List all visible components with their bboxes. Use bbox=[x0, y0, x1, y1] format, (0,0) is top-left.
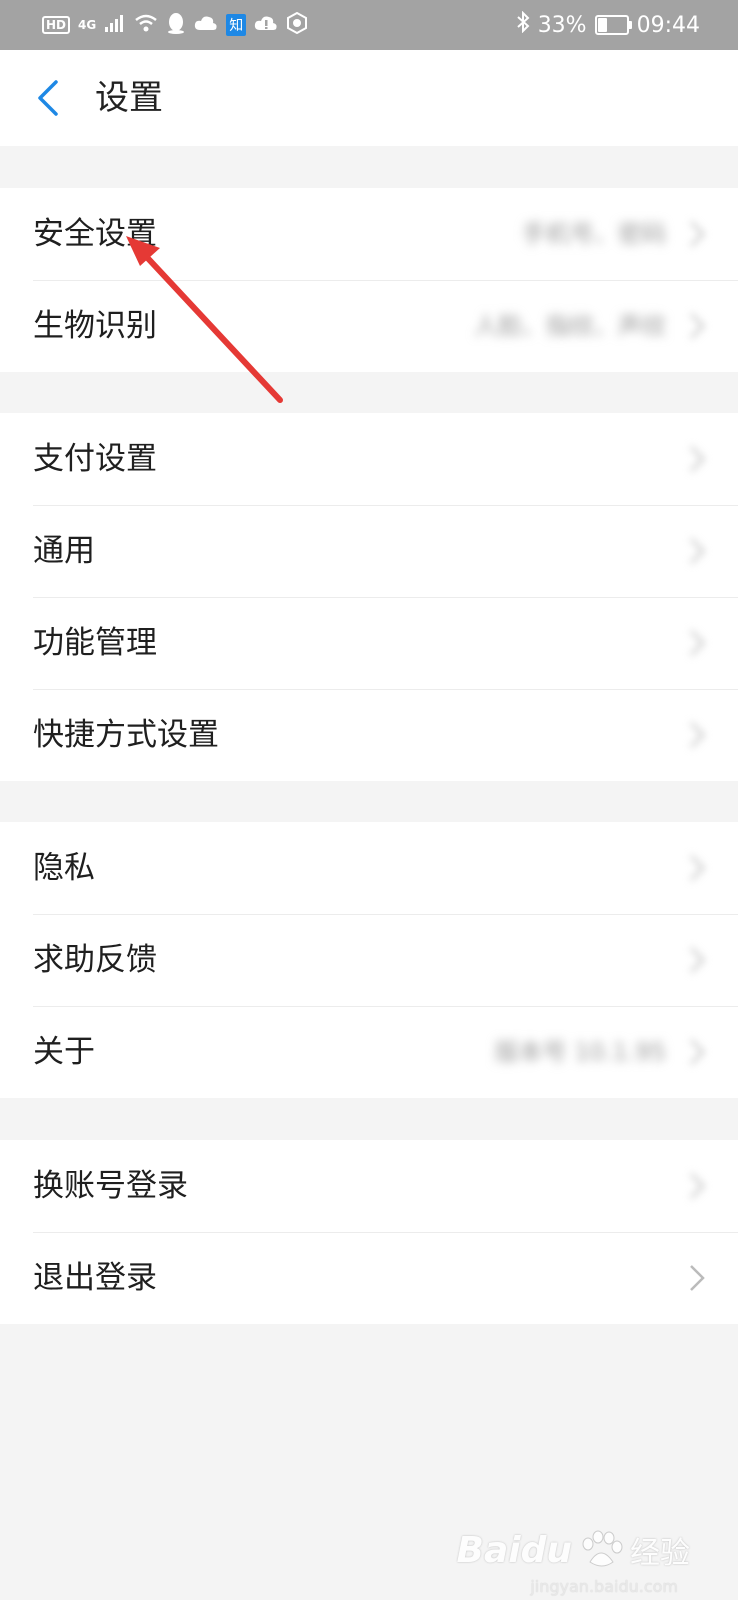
signal-icon: 4G bbox=[78, 18, 97, 32]
setting-label: 安全设置 bbox=[33, 216, 157, 252]
setting-row-security[interactable]: 安全设置 手机号、密码 bbox=[0, 188, 738, 280]
setting-row-about[interactable]: 关于 版本号 10.1.95 bbox=[0, 1006, 738, 1098]
cloud-alert-icon bbox=[254, 14, 278, 36]
settings-group-general: 支付设置 通用 功能管理 快捷方式设置 bbox=[0, 413, 738, 781]
setting-row-switch-account[interactable]: 换账号登录 bbox=[0, 1140, 738, 1232]
app-header: 设置 bbox=[0, 50, 738, 146]
chevron-right-icon bbox=[690, 313, 705, 339]
battery-percent: 33% bbox=[537, 12, 587, 38]
cloud-icon bbox=[194, 14, 218, 36]
setting-value: 人脸、指纹、声纹 bbox=[474, 312, 666, 340]
page-title: 设置 bbox=[95, 78, 163, 118]
setting-label: 关于 bbox=[33, 1034, 95, 1070]
setting-row-general[interactable]: 通用 bbox=[0, 505, 738, 597]
watermark-url: jingyan.baidu.com bbox=[530, 1577, 678, 1596]
app-icon bbox=[286, 11, 308, 38]
qq-icon bbox=[166, 12, 186, 38]
setting-row-logout[interactable]: 退出登录 bbox=[0, 1232, 738, 1324]
status-bar: HD 4G 知 33% 09:44 bbox=[0, 0, 738, 50]
setting-label: 生物识别 bbox=[33, 308, 157, 344]
clock: 09:44 bbox=[636, 12, 700, 38]
back-button[interactable] bbox=[30, 76, 70, 120]
setting-row-feedback[interactable]: 求助反馈 bbox=[0, 914, 738, 1006]
battery-fill bbox=[597, 18, 608, 32]
chevron-right-icon bbox=[690, 947, 705, 973]
settings-group-info: 隐私 求助反馈 关于 版本号 10.1.95 bbox=[0, 822, 738, 1098]
chevron-right-icon bbox=[690, 1265, 705, 1291]
setting-label: 求助反馈 bbox=[33, 942, 157, 978]
signal-icon bbox=[104, 13, 126, 37]
baidu-watermark: Baidu 经验 bbox=[457, 1528, 690, 1572]
chevron-right-icon bbox=[690, 446, 705, 472]
setting-row-payment[interactable]: 支付设置 bbox=[0, 413, 738, 505]
chevron-right-icon bbox=[690, 538, 705, 564]
setting-label: 快捷方式设置 bbox=[33, 717, 219, 753]
setting-row-privacy[interactable]: 隐私 bbox=[0, 822, 738, 914]
chevron-right-icon bbox=[690, 630, 705, 656]
setting-label: 换账号登录 bbox=[33, 1168, 188, 1204]
chevron-right-icon bbox=[690, 722, 705, 748]
wifi-icon bbox=[134, 13, 158, 37]
chevron-right-icon bbox=[690, 1173, 705, 1199]
watermark-logo: Baidu bbox=[456, 1529, 572, 1571]
setting-row-features[interactable]: 功能管理 bbox=[0, 597, 738, 689]
settings-group-account: 安全设置 手机号、密码 生物识别 人脸、指纹、声纹 bbox=[0, 188, 738, 372]
settings-group-login: 换账号登录 退出登录 bbox=[0, 1140, 738, 1324]
setting-row-biometrics[interactable]: 生物识别 人脸、指纹、声纹 bbox=[0, 280, 738, 372]
chevron-right-icon bbox=[690, 1039, 705, 1065]
setting-label: 功能管理 bbox=[33, 625, 157, 661]
setting-label: 隐私 bbox=[33, 850, 95, 886]
zhihu-icon: 知 bbox=[226, 14, 247, 36]
setting-row-shortcuts[interactable]: 快捷方式设置 bbox=[0, 689, 738, 781]
chevron-left-icon bbox=[38, 80, 58, 116]
battery-icon bbox=[594, 15, 632, 35]
setting-label: 退出登录 bbox=[33, 1260, 157, 1296]
setting-value: 手机号、密码 bbox=[522, 220, 666, 248]
bluetooth-icon bbox=[516, 10, 530, 39]
paw-icon bbox=[582, 1530, 623, 1567]
setting-label: 通用 bbox=[33, 533, 95, 569]
hd-badge: HD bbox=[42, 16, 71, 34]
watermark-text: 经验 bbox=[630, 1536, 690, 1571]
setting-value: 版本号 10.1.95 bbox=[494, 1038, 666, 1066]
chevron-right-icon bbox=[690, 855, 705, 881]
chevron-right-icon bbox=[690, 221, 705, 247]
setting-label: 支付设置 bbox=[33, 441, 157, 477]
